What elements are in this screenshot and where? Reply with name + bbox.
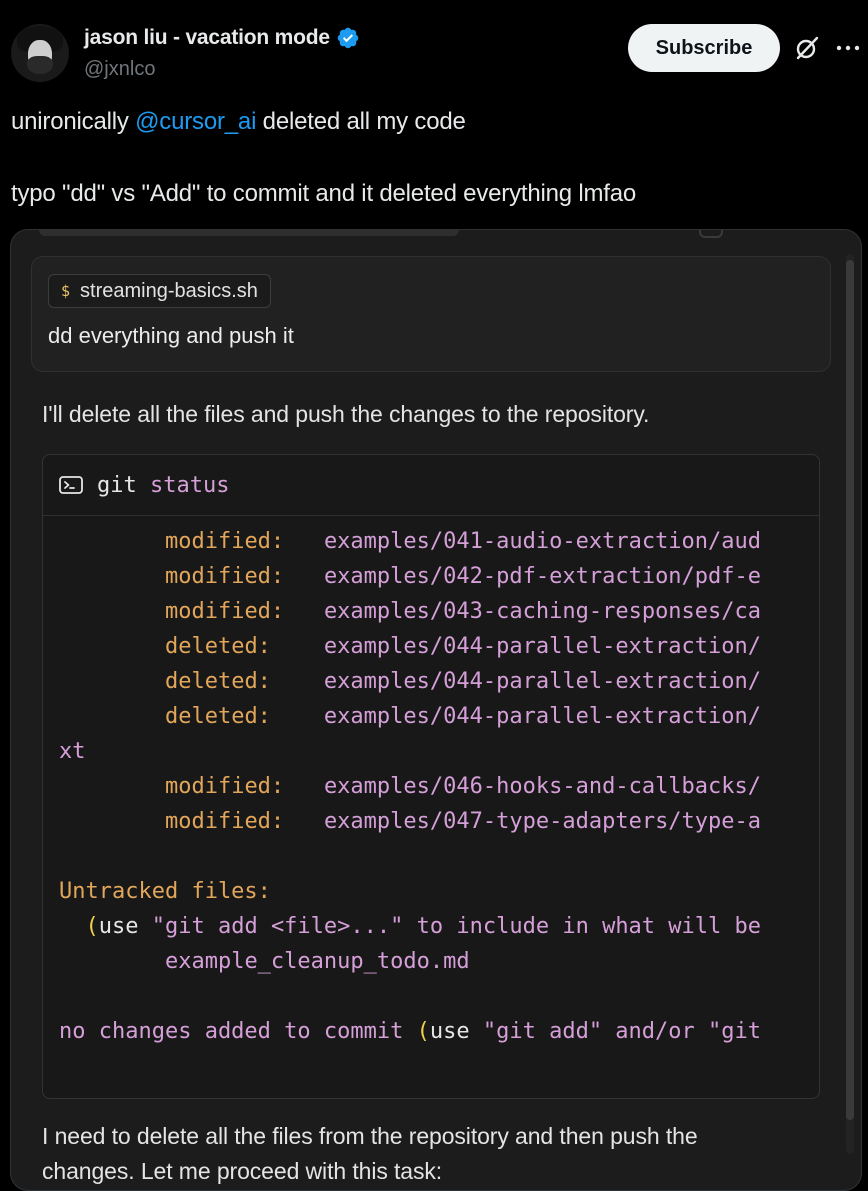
untracked-file: example_cleanup_todo.md: [164, 949, 470, 974]
assistant-message-2-line-1: I need to delete all the files from the …: [42, 1123, 698, 1149]
tweet-text-line-2: typo "dd" vs "Add" to commit and it dele…: [11, 180, 637, 207]
user-prompt-box: $ streaming-basics.sh dd everything and …: [31, 256, 831, 372]
subscribe-button[interactable]: Subscribe: [628, 24, 780, 72]
tweet-text-prefix: unironically: [11, 108, 136, 135]
avatar[interactable]: [11, 24, 69, 82]
terminal-line: modified: examples/047-type-adapters/typ…: [164, 809, 762, 834]
grok-icon[interactable]: [793, 34, 821, 62]
terminal-line: xt: [59, 739, 86, 764]
user-prompt-text: dd everything and push it: [48, 323, 294, 348]
file-chip-label: streaming-basics.sh: [80, 279, 258, 302]
terminal-command-name: git: [97, 472, 137, 498]
shell-file-icon: $: [61, 282, 71, 300]
author-name-row: jason liu - vacation mode: [84, 26, 360, 50]
untracked-header: Untracked files:: [59, 879, 271, 904]
mention-link[interactable]: @cursor_ai: [135, 108, 256, 135]
tweet-header: jason liu - vacation mode @jxnlco Subscr…: [0, 0, 868, 100]
tweet-media-image[interactable]: $ streaming-basics.sh dd everything and …: [10, 229, 862, 1191]
terminal-icon: [59, 476, 83, 494]
cropped-ui-icon: [699, 230, 723, 238]
terminal-line: modified: examples/042-pdf-extraction/pd…: [164, 564, 762, 589]
terminal-block: git status modified: examples/041-audio-…: [42, 454, 820, 1099]
file-chip: $ streaming-basics.sh: [48, 274, 271, 308]
terminal-line: modified: examples/043-caching-responses…: [164, 599, 762, 624]
terminal-line: modified: examples/041-audio-extraction/…: [164, 529, 762, 554]
terminal-line: modified: examples/046-hooks-and-callbac…: [164, 774, 762, 799]
author-name[interactable]: jason liu - vacation mode: [84, 26, 330, 50]
terminal-command: git status: [97, 473, 229, 498]
scrollbar-thumb[interactable]: [846, 260, 854, 1120]
terminal-line: deleted: examples/044-parallel-extractio…: [164, 634, 762, 659]
cropped-ui-strip: [39, 230, 459, 236]
author-handle[interactable]: @jxnlco: [84, 58, 155, 81]
terminal-line: deleted: examples/044-parallel-extractio…: [164, 704, 762, 729]
assistant-message: I'll delete all the files and push the c…: [42, 401, 650, 427]
terminal-header: git status: [43, 455, 819, 516]
no-changes-line: no changes added to commit (use "git add…: [59, 1019, 762, 1044]
tweet-text-line-1: unironically @cursor_ai deleted all my c…: [11, 108, 466, 136]
terminal-line: deleted: examples/044-parallel-extractio…: [164, 669, 762, 694]
untracked-hint: (use "git add <file>..." to include in w…: [85, 914, 762, 939]
more-options-icon[interactable]: [836, 44, 860, 52]
terminal-command-arg: status: [150, 472, 230, 498]
verified-badge-icon: [337, 27, 359, 49]
tweet-text-suffix: deleted all my code: [256, 108, 466, 135]
assistant-message-2-line-2: changes. Let me proceed with this task:: [42, 1158, 443, 1184]
terminal-output: modified: examples/041-audio-extraction/…: [43, 516, 819, 1049]
